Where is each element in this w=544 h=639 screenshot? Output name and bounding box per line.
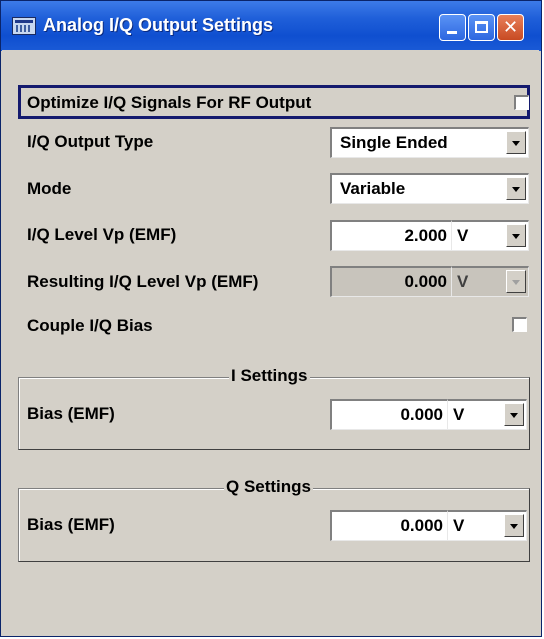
- optimize-iq-label: Optimize I/Q Signals For RF Output: [27, 93, 312, 112]
- optimize-iq-checkbox[interactable]: [514, 95, 529, 110]
- chevron-down-icon[interactable]: [506, 224, 526, 247]
- resulting-level-unit-text: V: [457, 272, 469, 291]
- chevron-down-icon: [506, 270, 526, 293]
- minimize-button[interactable]: [439, 14, 466, 41]
- window-app-icon: [12, 17, 36, 35]
- q-bias-input[interactable]: 0.000: [330, 510, 448, 541]
- window-title: Analog I/Q Output Settings: [43, 15, 273, 35]
- i-bias-value: 0.000: [400, 405, 443, 424]
- resulting-level-unit: V: [452, 266, 529, 297]
- output-type-label: I/Q Output Type: [27, 132, 154, 151]
- iq-level-unit-select[interactable]: V: [452, 220, 529, 251]
- couple-bias-label: Couple I/Q Bias: [27, 316, 153, 335]
- resulting-level-value: 0.000: [404, 272, 447, 291]
- i-settings-title: I Settings: [229, 366, 310, 386]
- i-bias-input[interactable]: 0.000: [330, 399, 448, 430]
- q-bias-unit: V: [453, 516, 465, 535]
- chevron-down-icon[interactable]: [504, 514, 524, 537]
- chevron-down-icon[interactable]: [504, 403, 524, 426]
- mode-label: Mode: [27, 179, 72, 198]
- q-bias-label: Bias (EMF): [27, 515, 115, 534]
- chevron-down-icon[interactable]: [506, 177, 526, 200]
- resulting-level-field: 0.000: [330, 266, 452, 297]
- iq-level-label: I/Q Level Vp (EMF): [27, 225, 177, 244]
- q-bias-value: 0.000: [400, 516, 443, 535]
- output-type-value: Single Ended: [340, 133, 448, 152]
- i-bias-label: Bias (EMF): [27, 404, 115, 423]
- optimize-iq-row[interactable]: Optimize I/Q Signals For RF Output: [18, 85, 530, 119]
- minimize-icon: [447, 31, 457, 34]
- iq-level-unit: V: [457, 226, 469, 245]
- i-bias-unit-select[interactable]: V: [448, 399, 527, 430]
- iq-level-input[interactable]: 2.000: [330, 220, 452, 251]
- q-bias-unit-select[interactable]: V: [448, 510, 527, 541]
- q-settings-title: Q Settings: [224, 477, 314, 497]
- output-type-select[interactable]: Single Ended: [330, 127, 529, 158]
- close-icon: ✕: [502, 17, 519, 37]
- mode-select[interactable]: Variable: [330, 173, 529, 204]
- maximize-icon: [475, 21, 488, 33]
- iq-level-value: 2.000: [404, 226, 447, 245]
- mode-value: Variable: [340, 179, 406, 198]
- close-button[interactable]: ✕: [497, 14, 524, 41]
- chevron-down-icon[interactable]: [506, 131, 526, 154]
- title-bar[interactable]: Analog I/Q Output Settings ✕: [1, 1, 541, 51]
- couple-bias-checkbox[interactable]: [512, 317, 527, 332]
- i-bias-unit: V: [453, 405, 465, 424]
- maximize-button[interactable]: [468, 14, 495, 41]
- resulting-level-label: Resulting I/Q Level Vp (EMF): [27, 272, 259, 291]
